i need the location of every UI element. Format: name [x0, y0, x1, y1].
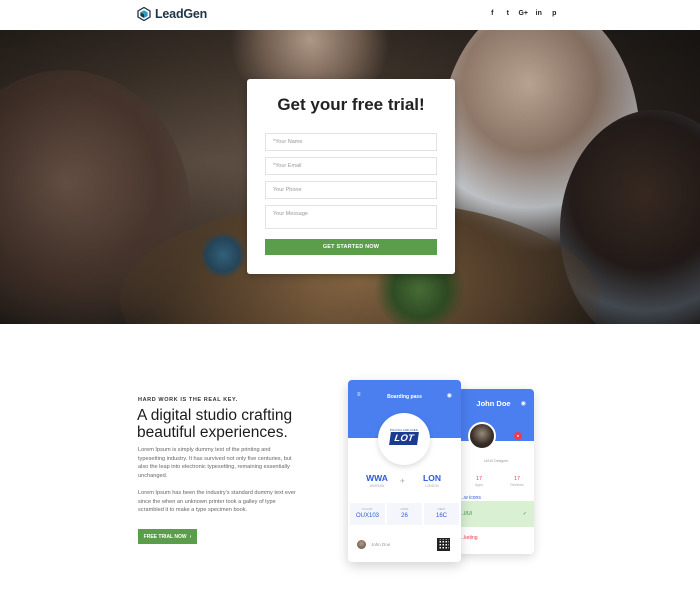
form-title: Get your free trial!	[277, 95, 425, 114]
flight-tile: FLIGHT OUX103	[350, 503, 385, 525]
profile-row-uxui: ...I/UI ✓	[456, 501, 534, 527]
record-icon: ●	[514, 432, 522, 440]
plane-icon: ✈	[400, 479, 406, 485]
linkedin-icon[interactable]: in	[531, 10, 547, 17]
facebook-icon[interactable]: f	[485, 10, 501, 17]
airline-logo: LOT	[389, 432, 419, 445]
section-eyebrow: HARD WORK IS THE REAL KEY.	[138, 397, 238, 403]
destination-city: LONDON	[425, 484, 439, 488]
profile-avatar	[468, 422, 496, 450]
seat-tile-label: SEAT	[437, 507, 446, 511]
destination-code: LON	[423, 473, 441, 483]
brand-logo[interactable]: LeadGen	[137, 7, 207, 21]
origin-code: WWA	[366, 473, 388, 483]
qr-code-icon	[437, 538, 450, 551]
top-header: LeadGen f t G+ in p	[0, 0, 700, 30]
boarding-pass-mockup: ≡ Boarding pass ◉ POLISH AIRLINES LOT WW…	[348, 380, 461, 562]
flight-tile-label: FLIGHT	[362, 507, 373, 511]
profile-row-icons: ...w icons	[456, 473, 534, 501]
chevron-right-icon: ›	[189, 533, 192, 540]
logo-cube-icon	[137, 7, 151, 21]
eye-icon: ◉	[446, 393, 452, 399]
profile-card-mockup: John Doe ◉ ● UI/UX Designer 17 Apps 17 R…	[456, 389, 534, 554]
origin-city: WARSAW	[369, 484, 385, 488]
seat-tile-value: 16C	[435, 513, 447, 519]
twitter-icon[interactable]: t	[500, 10, 516, 17]
profile-row-marketing: ...keting	[456, 525, 534, 551]
free-trial-form: Get your free trial! GET STARTED NOW	[247, 79, 455, 274]
profile-name: John Doe	[476, 399, 511, 408]
email-field[interactable]	[265, 157, 437, 175]
passenger-info: John Doe	[357, 540, 390, 549]
eye-icon: ◉	[520, 401, 526, 407]
check-icon: ✓	[522, 511, 527, 517]
profile-role: UI/UX Designer	[484, 459, 509, 463]
brand-name: LeadGen	[155, 7, 208, 21]
flight-tile-value: OUX103	[355, 513, 379, 519]
name-field[interactable]	[265, 133, 437, 151]
intro-paragraph-1: Lorem Ipsum is simply dummy text of the …	[138, 447, 292, 479]
google-plus-icon[interactable]: G+	[516, 10, 532, 17]
passenger-name: John Doe	[371, 542, 391, 547]
section-headline: A digital studio crafting beautiful expe…	[137, 407, 293, 441]
pinterest-icon[interactable]: p	[547, 10, 563, 17]
social-links: f t G+ in p	[485, 10, 563, 17]
profile-row-uxui-label: ...I/UI	[460, 511, 472, 517]
gate-tile: GATE 26	[387, 503, 422, 525]
boarding-pass-title: Boarding pass	[387, 394, 422, 400]
message-field[interactable]	[265, 205, 437, 229]
free-trial-button[interactable]: FREE TRIAL NOW ›	[138, 529, 197, 544]
seat-tile: SEAT 16C	[424, 503, 459, 525]
free-trial-button-label: FREE TRIAL NOW	[143, 533, 187, 540]
profile-row-marketing-label: ...keting	[460, 535, 478, 541]
airline-logo-badge: POLISH AIRLINES LOT	[378, 413, 430, 465]
gate-tile-value: 26	[401, 513, 408, 519]
phone-field[interactable]	[265, 181, 437, 199]
get-started-button[interactable]: GET STARTED NOW	[265, 239, 437, 255]
gate-tile-label: GATE	[400, 507, 409, 511]
intro-paragraph-2: Lorem Ipsum has been the industry's stan…	[138, 490, 296, 514]
passenger-avatar	[357, 540, 366, 549]
